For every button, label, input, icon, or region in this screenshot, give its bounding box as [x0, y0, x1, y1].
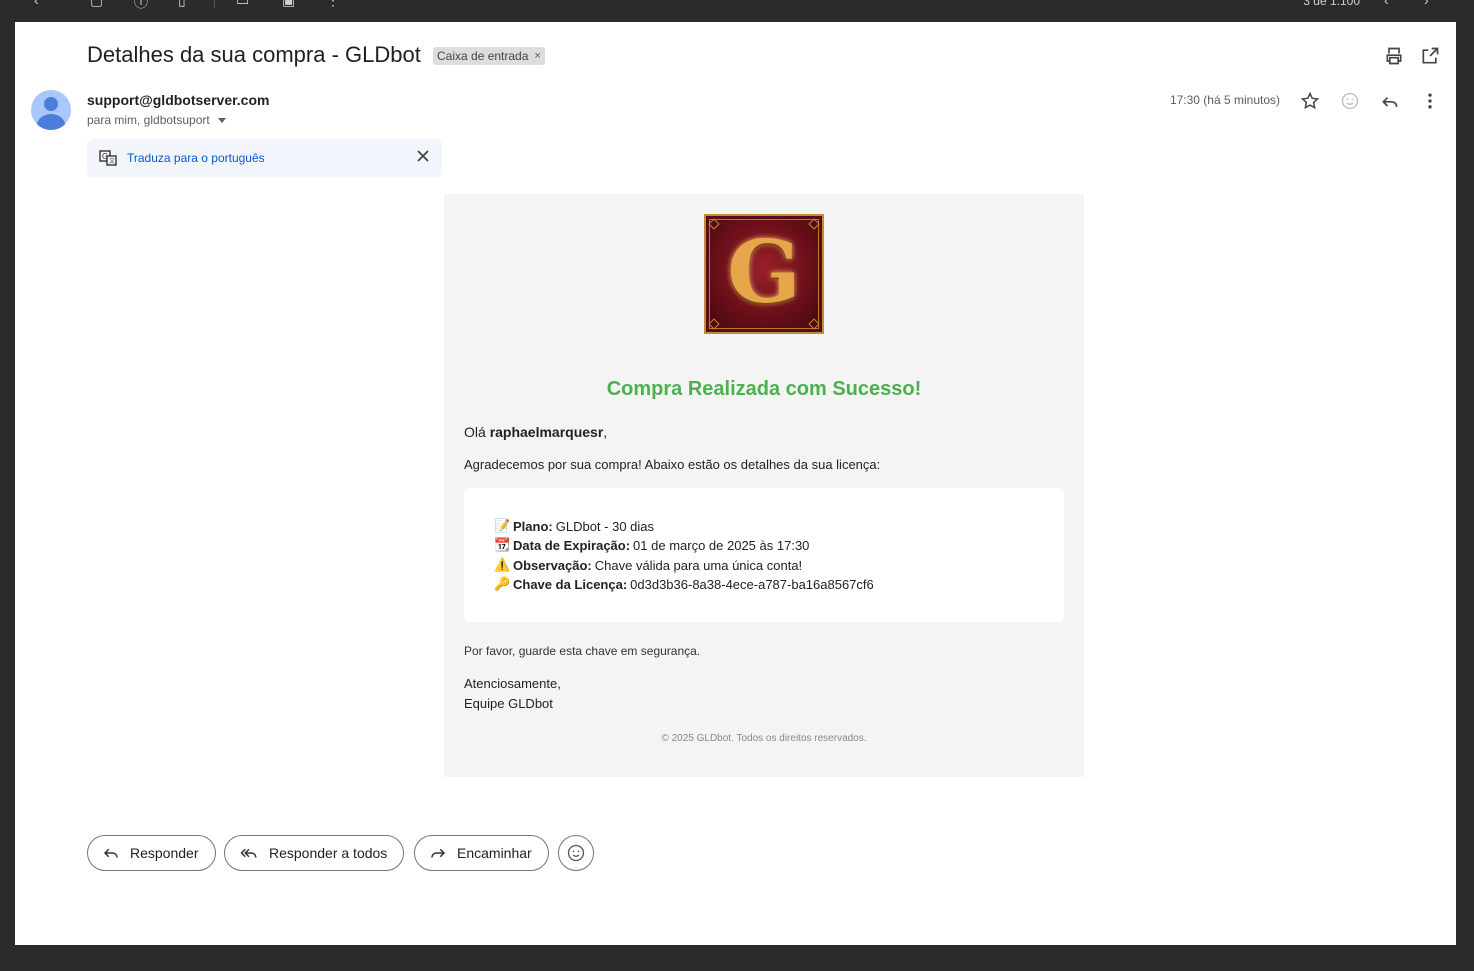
detail-row-plan: 📝 Plano: GLDbot - 30 dias	[494, 518, 654, 534]
logo-letter: G	[727, 222, 801, 323]
sender-avatar	[31, 90, 71, 130]
forward-label: Encaminhar	[457, 845, 532, 861]
delete-icon[interactable]: ▯	[178, 0, 194, 8]
license-key-value[interactable]: 0d3d3b36-8a38-4ece-a787-ba16a8567cf6	[630, 577, 874, 592]
copyright-notice: © 2025 GLDbot. Todos os direitos reserva…	[661, 733, 867, 744]
detail-value: Chave válida para uma única conta!	[594, 557, 803, 573]
detail-label: Chave da Licença:	[513, 576, 628, 592]
reply-all-button[interactable]: Responder a todos	[224, 835, 405, 871]
regards-line: Atenciosamente,	[464, 676, 561, 691]
smiley-icon	[567, 844, 585, 862]
reply-icon	[103, 848, 118, 858]
detail-value: GLDbot - 30 dias	[555, 518, 655, 534]
email-view: Detalhes da sua compra - GLDbot Caixa de…	[15, 22, 1456, 945]
recipients-text: para mim, gldbotsuport	[87, 113, 210, 127]
report-spam-icon[interactable]: ⓘ	[134, 0, 150, 10]
label-chip-text: Caixa de entrada	[437, 49, 529, 63]
reply-icon[interactable]	[1379, 90, 1401, 112]
inbox-label-chip[interactable]: Caixa de entrada ×	[433, 47, 545, 65]
emoji-react-button[interactable]	[558, 835, 594, 871]
greeting-suffix: ,	[603, 424, 608, 440]
reply-all-icon	[240, 848, 257, 858]
key-icon: 🔑	[494, 576, 511, 591]
more-icon[interactable]: ⋮	[326, 0, 342, 8]
email-timestamp: 17:30 (há 5 minutos)	[1169, 93, 1280, 107]
reply-all-label: Responder a todos	[269, 845, 388, 861]
toolbar-divider	[214, 0, 215, 8]
translate-banner: G文 Traduza para o português	[87, 139, 442, 177]
email-body-card: G Compra Realizada com Sucesso! Olá raph…	[444, 194, 1084, 777]
top-toolbar: ‹ ▢ ⓘ ▯ ▭ ▣ ⋮ 3 de 1.100 ‹ ›	[0, 0, 1474, 22]
detail-value: 01 de março de 2025 às 17:30	[633, 537, 810, 553]
translate-icon: G文	[99, 150, 117, 171]
archive-icon[interactable]: ▢	[90, 0, 106, 8]
remove-label-icon[interactable]: ×	[534, 47, 540, 65]
detail-label: Data de Expiração:	[513, 537, 631, 553]
detail-label: Observação:	[513, 557, 592, 573]
translate-link[interactable]: Traduza para o português	[127, 151, 265, 165]
back-icon[interactable]: ‹	[34, 0, 50, 8]
detail-row-expiration: 📆 Data de Expiração: 01 de março de 2025…	[494, 537, 809, 553]
memo-icon: 📝	[494, 518, 511, 533]
reply-button[interactable]: Responder	[87, 835, 216, 871]
next-icon[interactable]: ›	[1424, 0, 1440, 8]
calendar-icon: 📆	[494, 537, 511, 552]
detail-row-license-key: 🔑 Chave da Licença: 0d3d3b36-8a38-4ece-a…	[494, 576, 874, 592]
greeting-prefix: Olá	[464, 424, 490, 440]
username: raphaelmarquesr	[489, 424, 604, 440]
recipients-toggle[interactable]: para mim, gldbotsuport	[87, 113, 226, 127]
svg-text:文: 文	[109, 157, 115, 165]
license-details-box: 📝 Plano: GLDbot - 30 dias 📆 Data de Expi…	[464, 488, 1064, 622]
close-icon[interactable]	[416, 149, 430, 168]
open-new-window-icon[interactable]	[1420, 46, 1440, 66]
greeting-line: Olá raphaelmarquesr,	[464, 424, 607, 440]
sign-off: Atenciosamente, Equipe GLDbot	[464, 674, 561, 714]
detail-row-note: ⚠️ Observação: Chave válida para uma úni…	[494, 557, 802, 573]
email-subject: Detalhes da sua compra - GLDbot	[87, 42, 421, 67]
forward-icon	[431, 848, 446, 858]
safe-keeping-note: Por favor, guarde esta chave em seguranç…	[464, 644, 701, 658]
email-heading: Compra Realizada com Sucesso!	[606, 378, 922, 400]
more-options-icon[interactable]	[1419, 90, 1441, 112]
reply-label: Responder	[130, 845, 199, 861]
star-icon[interactable]	[1299, 90, 1321, 112]
warning-icon: ⚠️	[494, 557, 511, 572]
move-to-icon[interactable]: ▣	[282, 0, 298, 8]
chevron-down-icon[interactable]	[217, 117, 226, 123]
emoji-reaction-icon[interactable]	[1339, 90, 1361, 112]
prev-icon[interactable]: ‹	[1384, 0, 1400, 8]
message-counter: 3 de 1.100	[1303, 0, 1360, 8]
print-icon[interactable]	[1384, 46, 1404, 66]
team-signature: Equipe GLDbot	[464, 696, 553, 711]
thanks-text: Agradecemos por sua compra! Abaixo estão…	[464, 457, 881, 472]
forward-button[interactable]: Encaminhar	[414, 835, 549, 871]
sender-email: support@gldbotserver.com	[87, 92, 270, 108]
mark-unread-icon[interactable]: ▭	[236, 0, 252, 8]
gldbot-logo: G	[704, 214, 824, 334]
detail-label: Plano:	[513, 518, 553, 534]
